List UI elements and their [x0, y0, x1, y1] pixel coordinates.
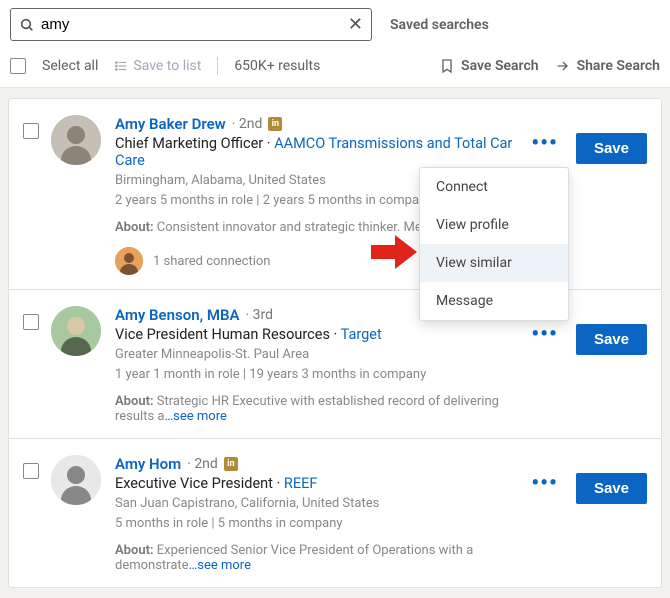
about-label: About: [115, 543, 154, 558]
share-search-label: Share Search [577, 58, 660, 74]
dropdown-item-message[interactable]: Message [420, 282, 568, 320]
location: Greater Minneapolis-St. Paul Area [115, 345, 525, 365]
shared-connection-avatar[interactable] [115, 247, 143, 275]
select-all-label: Select all [42, 58, 98, 74]
avatar[interactable] [51, 455, 101, 505]
results-container: Amy Baker Drew · 2nd in Chief Marketing … [0, 88, 670, 598]
search-icon [19, 17, 35, 33]
toolbar: Select all Save to list 650K+ results Sa… [0, 45, 670, 88]
save-to-list-button[interactable]: Save to list [114, 58, 201, 74]
see-more-link[interactable]: …see more [189, 558, 251, 573]
more-actions-button[interactable]: ••• [525, 324, 564, 346]
dropdown-item-view-profile[interactable]: View profile [420, 206, 568, 244]
result-name[interactable]: Amy Hom [115, 455, 181, 473]
company-link[interactable]: REEF [284, 475, 317, 492]
about-label: About: [115, 220, 154, 235]
list-icon [114, 59, 128, 73]
save-button[interactable]: Save [576, 133, 647, 164]
results-count: 650K+ results [234, 58, 320, 74]
more-actions-button[interactable]: ••• [525, 473, 564, 495]
save-button[interactable]: Save [576, 473, 647, 504]
connection-degree: · 3rd [246, 307, 274, 323]
dropdown-item-connect[interactable]: Connect [420, 168, 568, 206]
search-box: ✕ [10, 8, 372, 41]
result-row: Amy Baker Drew · 2nd in Chief Marketing … [9, 99, 661, 290]
linkedin-badge-icon: in [224, 457, 238, 471]
row-checkbox[interactable] [23, 314, 39, 330]
pointer-arrow-icon [371, 235, 417, 269]
save-search-label: Save Search [461, 58, 539, 74]
more-actions-button[interactable]: ••• [525, 133, 564, 155]
see-more-link[interactable]: …see more [164, 409, 226, 424]
linkedin-badge-icon: in [268, 117, 282, 131]
result-name[interactable]: Amy Baker Drew [115, 115, 226, 133]
share-search-button[interactable]: Share Search [555, 58, 660, 74]
search-input[interactable] [10, 8, 372, 41]
about-label: About: [115, 394, 154, 409]
avatar[interactable] [51, 306, 101, 356]
row-checkbox[interactable] [23, 463, 39, 479]
connection-degree: · 2nd [187, 456, 218, 472]
about-text: Experienced Senior Vice President of Ope… [115, 543, 473, 573]
save-button[interactable]: Save [576, 324, 647, 355]
job-title: Vice President Human Resources [115, 326, 330, 343]
divider [217, 57, 218, 75]
company-link[interactable]: Target [341, 326, 382, 343]
shared-connection-text[interactable]: 1 shared connection [153, 254, 271, 269]
avatar[interactable] [51, 115, 101, 165]
job-title: Executive Vice President [115, 475, 273, 492]
row-checkbox[interactable] [23, 123, 39, 139]
tenure: 5 months in role | 5 months in company [115, 514, 525, 534]
result-row: Amy Hom · 2nd in Executive Vice Presiden… [9, 439, 661, 587]
result-name[interactable]: Amy Benson, MBA [115, 306, 240, 324]
save-to-list-label: Save to list [133, 58, 201, 74]
select-all-checkbox[interactable] [10, 58, 26, 74]
saved-searches-link[interactable]: Saved searches [390, 17, 489, 33]
save-search-button[interactable]: Save Search [439, 58, 539, 74]
location: San Juan Capistrano, California, United … [115, 494, 525, 514]
actions-dropdown: Connect View profile View similar Messag… [419, 167, 569, 321]
clear-icon[interactable]: ✕ [348, 16, 363, 34]
share-icon [555, 58, 571, 74]
dropdown-item-view-similar[interactable]: View similar [420, 244, 568, 282]
connection-degree: · 2nd [232, 116, 263, 132]
bookmark-icon [439, 58, 455, 74]
job-title: Chief Marketing Officer [115, 135, 263, 152]
tenure: 1 year 1 month in role | 19 years 3 mont… [115, 365, 525, 385]
